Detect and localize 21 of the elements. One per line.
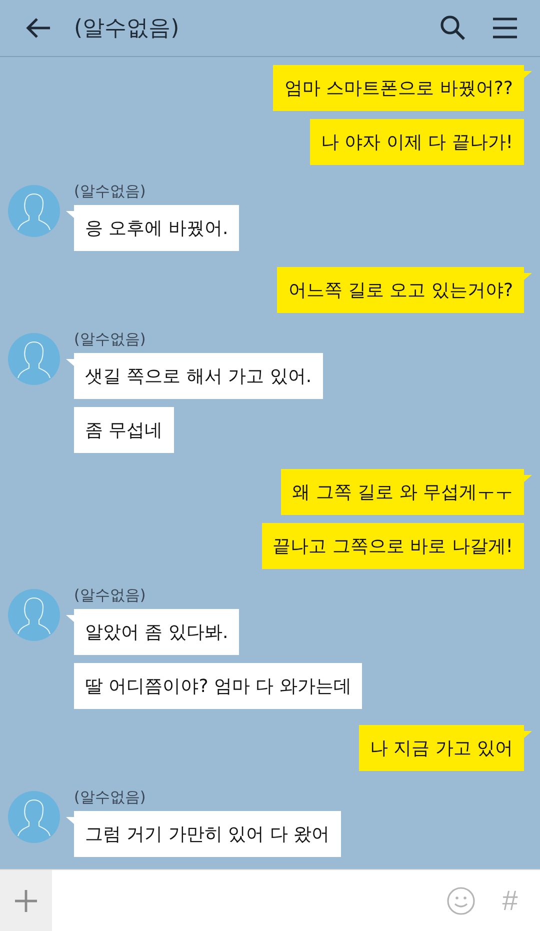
sender-name: (알수없음) xyxy=(74,181,146,201)
sent-message: 엄마 스마트폰으로 바꿨어?? xyxy=(273,65,532,111)
hashtag-button[interactable]: # xyxy=(480,870,540,931)
avatar-icon xyxy=(8,589,60,641)
plus-icon[interactable] xyxy=(14,888,38,912)
sent-message: 왜 그쪽 길로 와 무섭게ㅜㅜ xyxy=(281,469,532,515)
sender-name: (알수없음) xyxy=(74,787,146,807)
received-message: 그럼 거기 가만히 있어 다 왔어 xyxy=(66,811,341,857)
sent-message: 어느쪽 길로 오고 있는거야? xyxy=(277,267,532,313)
sender-name: (알수없음) xyxy=(74,329,146,349)
received-message: 알았어 좀 있다봐. xyxy=(66,609,240,655)
avatar-icon xyxy=(8,791,60,843)
chat-title: (알수없음) xyxy=(74,15,180,43)
sender-name: (알수없음) xyxy=(74,585,146,605)
smiley-icon[interactable] xyxy=(446,886,476,916)
avatar-icon xyxy=(8,185,60,237)
add-button[interactable] xyxy=(0,870,52,931)
avatar-icon xyxy=(8,333,60,385)
received-message: 응 오후에 바꿨어. xyxy=(66,205,240,251)
received-message: 샛길 쪽으로 해서 가고 있어. xyxy=(66,353,323,399)
sent-message: 나 지금 가고 있어 xyxy=(358,725,532,771)
